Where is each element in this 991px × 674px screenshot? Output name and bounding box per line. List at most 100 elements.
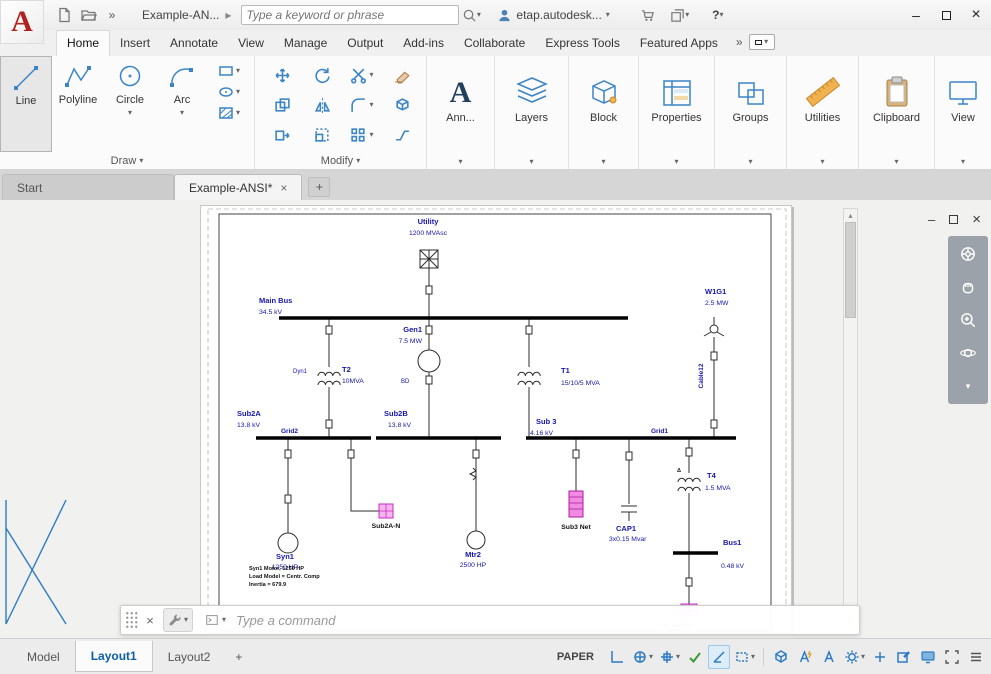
transformer-t1-symbol[interactable] (514, 367, 544, 387)
quick-access-more-button[interactable]: » (100, 4, 124, 26)
dynamic-ucs-toggle[interactable]: ▾ (630, 645, 655, 669)
command-line-close-button[interactable]: × (141, 613, 159, 628)
paper-space-label[interactable]: PAPER (557, 651, 594, 663)
command-line-grip[interactable] (125, 611, 139, 629)
tab-manage[interactable]: Manage (274, 31, 337, 56)
modify-panel-expander[interactable]: Modify▾ (255, 152, 426, 169)
gen1-symbol[interactable] (418, 350, 440, 372)
properties-button[interactable] (639, 56, 714, 108)
account-menu[interactable]: etap.autodesk... ▾ (497, 8, 609, 23)
mtr2-symbol[interactable] (467, 531, 485, 549)
transformer-t4-symbol[interactable] (674, 473, 704, 493)
units-button[interactable] (893, 645, 915, 669)
annotation-monitor-button[interactable] (869, 645, 891, 669)
navbar-more-button[interactable]: ▾ (955, 374, 981, 398)
syn1-symbol[interactable] (278, 533, 298, 553)
wind-turbine-symbol[interactable] (704, 317, 724, 336)
ortho-toggle[interactable] (684, 645, 706, 669)
zoom-button[interactable] (955, 308, 981, 332)
object-snap-toggle[interactable]: ▾ (732, 645, 757, 669)
fillet-tool[interactable]: ▾ (343, 92, 381, 118)
draw-panel-expander[interactable]: Draw▾ (0, 152, 254, 169)
search-input[interactable] (246, 8, 442, 22)
breakers[interactable] (285, 286, 717, 586)
cap1-symbol[interactable] (621, 506, 637, 521)
recent-commands-icon[interactable] (205, 613, 219, 627)
join-tool[interactable] (383, 122, 421, 148)
groups-panel-expander[interactable]: ▾ (715, 154, 786, 169)
app-logo[interactable]: A (0, 0, 44, 44)
stretch-tool[interactable] (263, 122, 301, 148)
close-button[interactable]: × (961, 2, 991, 28)
ribbon-collapse-button[interactable]: ▾ (749, 34, 775, 50)
array-tool[interactable]: ▾ (343, 122, 381, 148)
annotation-scale-button[interactable] (818, 645, 840, 669)
sub3-net-box[interactable] (569, 491, 583, 517)
close-tab-icon[interactable]: × (280, 181, 287, 195)
scrollbar-thumb[interactable] (845, 222, 856, 318)
annotation-visibility-toggle[interactable] (794, 645, 816, 669)
scroll-up-arrow[interactable]: ▴ (848, 209, 852, 221)
erase-tool[interactable] (383, 62, 421, 88)
circle-tool[interactable]: Circle ▾ (104, 56, 156, 152)
utilities-panel-expander[interactable]: ▾ (787, 154, 858, 169)
pan-button[interactable] (955, 275, 981, 299)
connect-button[interactable]: ▾ (668, 4, 692, 26)
copy-tool[interactable] (263, 92, 301, 118)
move-tool[interactable] (263, 62, 301, 88)
polyline-tool[interactable]: Polyline (52, 56, 104, 152)
command-input[interactable]: Type a command (236, 613, 335, 628)
vertical-scrollbar[interactable]: ▴ ▾ (843, 208, 858, 626)
utilities-button[interactable] (787, 56, 858, 108)
viewport-minimize-button[interactable]: – (928, 213, 935, 226)
utility-symbol[interactable] (420, 250, 438, 268)
tab-model[interactable]: Model (12, 642, 75, 672)
arc-tool[interactable]: Arc ▾ (156, 56, 208, 152)
tab-featured-apps[interactable]: Featured Apps (630, 31, 728, 56)
drawing-canvas[interactable]: Utility 1200 MVAsc Main Bus 34.5 kV Gen1… (0, 200, 991, 638)
tab-addins[interactable]: Add-ins (393, 31, 454, 56)
groups-button[interactable] (715, 56, 786, 108)
tab-output[interactable]: Output (337, 31, 393, 56)
explode-tool[interactable] (383, 92, 421, 118)
snap-mode-toggle[interactable]: ▾ (657, 645, 682, 669)
graphics-performance-button[interactable] (917, 645, 939, 669)
block-panel-expander[interactable]: ▾ (569, 154, 638, 169)
clipboard-button[interactable] (859, 56, 934, 108)
clean-screen-button[interactable] (941, 645, 963, 669)
block-button[interactable] (569, 56, 638, 108)
viewport-close-button[interactable]: × (972, 212, 981, 227)
tab-layout2[interactable]: Layout2 (153, 642, 226, 672)
tab-home[interactable]: Home (56, 30, 110, 56)
new-layout-button[interactable]: + (225, 644, 252, 670)
scale-tool[interactable] (303, 122, 341, 148)
mirror-tool[interactable] (303, 92, 341, 118)
tab-insert[interactable]: Insert (110, 31, 160, 56)
store-button[interactable] (636, 4, 660, 26)
layout-paper[interactable]: Utility 1200 MVAsc Main Bus 34.5 kV Gen1… (200, 205, 792, 633)
minimize-button[interactable]: – (901, 2, 931, 28)
orbit-button[interactable] (955, 341, 981, 365)
tab-view[interactable]: View (228, 31, 274, 56)
tab-express-tools[interactable]: Express Tools (535, 31, 629, 56)
grid-toggle[interactable] (606, 645, 628, 669)
command-line-customize-button[interactable]: ▾ (163, 608, 193, 632)
steering-wheel-button[interactable] (955, 242, 981, 266)
annotation-panel-expander[interactable]: ▾ (427, 154, 494, 169)
view-button[interactable] (935, 56, 991, 108)
help-button[interactable]: ? ▾ (706, 4, 730, 26)
search-button[interactable]: ▾ (459, 4, 483, 26)
command-line[interactable]: × ▾ ▾ Type a command (120, 605, 860, 635)
file-tab-document[interactable]: Example-ANSI* × (174, 174, 302, 200)
ellipse-tool[interactable]: ▾ (208, 85, 250, 99)
open-file-button[interactable] (76, 4, 100, 26)
customization-menu-button[interactable] (965, 645, 987, 669)
tab-layout1[interactable]: Layout1 (75, 641, 153, 672)
sub2a-n-box[interactable] (379, 504, 393, 518)
tab-annotate[interactable]: Annotate (160, 31, 228, 56)
file-tab-start[interactable]: Start (2, 174, 174, 200)
tab-collaborate[interactable]: Collaborate (454, 31, 535, 56)
ribbon-tabs-overflow-button[interactable]: » (736, 35, 743, 49)
polar-tracking-toggle[interactable] (708, 645, 730, 669)
layers-button[interactable] (495, 56, 568, 108)
